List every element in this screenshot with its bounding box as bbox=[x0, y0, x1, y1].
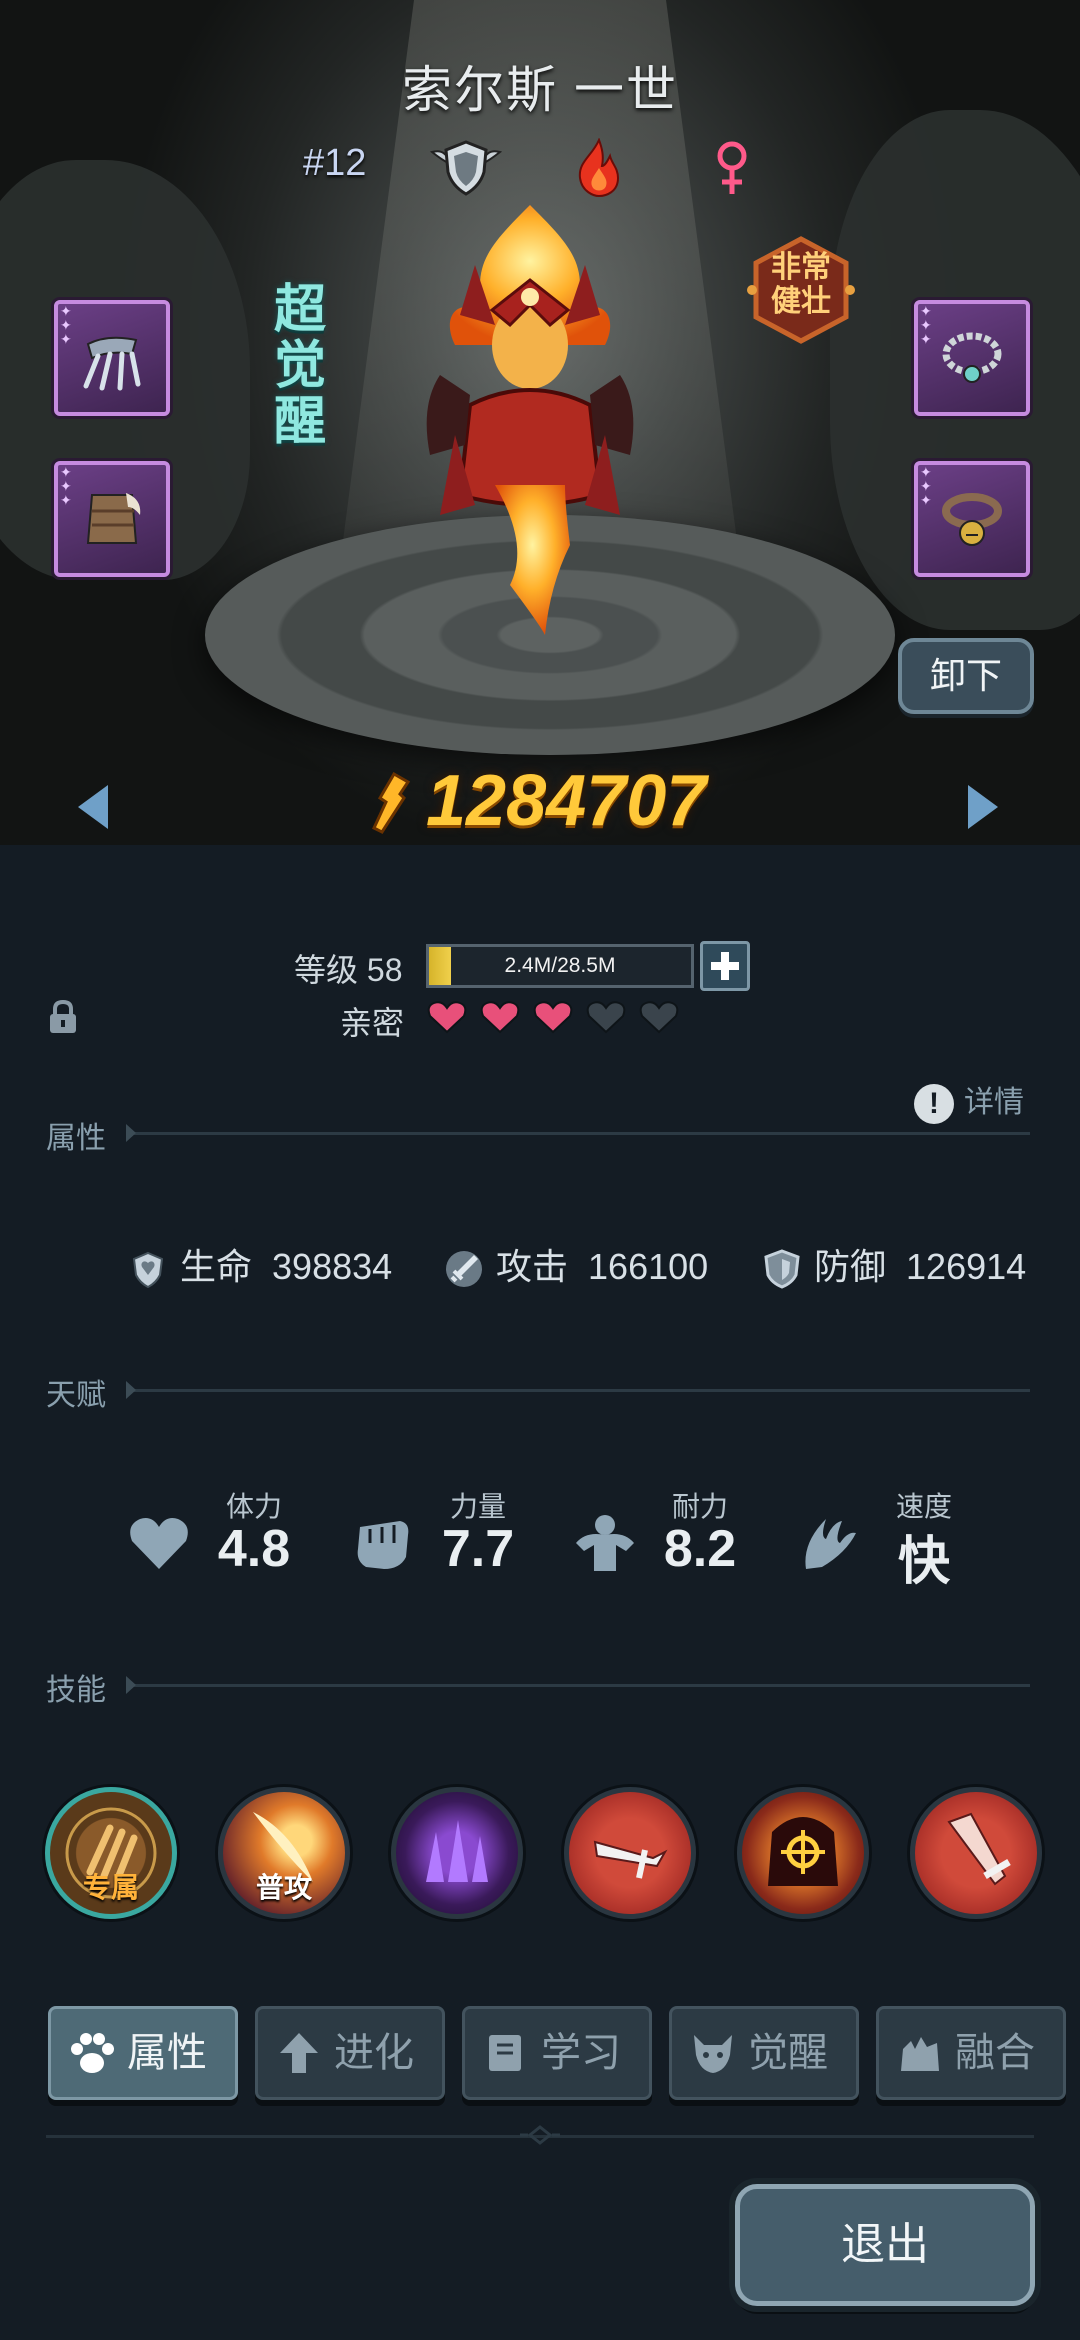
talent-speed-value: 快 bbox=[897, 1533, 950, 1591]
sword-icon bbox=[446, 1251, 482, 1288]
fur-armor-icon bbox=[86, 493, 141, 544]
stat-attack-value: 166100 bbox=[588, 1246, 709, 1287]
sword-skill-icon bbox=[593, 1840, 668, 1879]
skill-basic-attack[interactable]: 普攻 bbox=[218, 1787, 350, 1919]
stat-attack: 攻击 166100 bbox=[444, 1238, 708, 1290]
section-divider bbox=[126, 1124, 1030, 1142]
talent-strength-value: 7.7 bbox=[441, 1520, 515, 1578]
super-awaken-tag: 超觉醒 bbox=[273, 281, 326, 451]
heart-empty-icon bbox=[586, 1001, 626, 1034]
bead-necklace-icon bbox=[942, 332, 1002, 383]
shield-icon bbox=[764, 1249, 800, 1290]
tab-fusion-label: 融合 bbox=[955, 2031, 1035, 2075]
tab-evolve[interactable]: 进化 bbox=[255, 2006, 445, 2100]
heart-shield-icon bbox=[132, 1252, 164, 1289]
xp-bar: 2.4M/28.5M bbox=[426, 944, 694, 988]
bell-collar-icon bbox=[942, 493, 1002, 546]
stat-attack-label: 攻击 bbox=[496, 1246, 569, 1287]
skill-sword-strike[interactable] bbox=[564, 1787, 696, 1919]
skill-exclusive-label: 专属 bbox=[82, 1872, 139, 1903]
combat-power: 1284707 bbox=[426, 761, 707, 841]
section-title-attributes: 属性 bbox=[46, 1122, 106, 1155]
star-rating: ✦ ✦ ✦ bbox=[920, 464, 932, 508]
section-title-talent: 天赋 bbox=[46, 1379, 106, 1412]
equip-slot-collar[interactable]: ✦ ✦ ✦ bbox=[914, 461, 1030, 577]
talent-endurance-value: 8.2 bbox=[663, 1520, 737, 1578]
heart-filled-icon bbox=[427, 1001, 467, 1034]
intimacy-label: 亲密 bbox=[340, 1005, 405, 1041]
lock-icon[interactable] bbox=[48, 1000, 78, 1034]
claw-weapon-icon bbox=[83, 336, 141, 391]
details-label: 详情 bbox=[964, 1086, 1024, 1119]
tab-awaken[interactable]: 觉醒 bbox=[669, 2006, 859, 2100]
female-icon bbox=[717, 141, 747, 194]
stat-hp-label: 生命 bbox=[180, 1246, 253, 1287]
skill-crystal-blade[interactable] bbox=[910, 1787, 1042, 1919]
stat-defense-label: 防御 bbox=[814, 1246, 887, 1287]
level-label: 等级 58 bbox=[294, 952, 403, 988]
heart-empty-icon bbox=[639, 1001, 679, 1034]
tab-awaken-label: 觉醒 bbox=[748, 2031, 828, 2075]
crosshair-skill-icon bbox=[768, 1817, 838, 1886]
power-icon bbox=[372, 772, 411, 834]
star-rating: ✦ ✦ ✦ bbox=[60, 464, 72, 508]
equip-slot-necklace[interactable]: ✦ ✦ ✦ bbox=[914, 300, 1030, 416]
skill-shadow-spikes[interactable] bbox=[391, 1787, 523, 1919]
section-divider bbox=[126, 1676, 1030, 1694]
trait-badge[interactable]: 非常健壮 bbox=[746, 235, 856, 345]
exit-button[interactable]: 退出 bbox=[735, 2184, 1035, 2306]
equip-slot-armor[interactable]: ✦ ✦ ✦ bbox=[54, 461, 170, 577]
star-rating: ✦ ✦ ✦ bbox=[60, 303, 72, 347]
tab-attributes[interactable]: 属性 bbox=[48, 2006, 238, 2100]
trait-badge-label: 非常健壮 bbox=[771, 251, 831, 318]
up-arrow-icon bbox=[280, 2033, 318, 2073]
heart-filled-icon bbox=[480, 1001, 520, 1034]
tab-evolve-label: 进化 bbox=[334, 2031, 414, 2075]
shield-wings-icon[interactable] bbox=[428, 138, 504, 198]
fusion-icon bbox=[901, 2037, 939, 2071]
unequip-button[interactable]: 卸下 bbox=[898, 638, 1034, 714]
section-divider bbox=[126, 1381, 1030, 1399]
tab-attributes-label: 属性 bbox=[127, 2031, 207, 2075]
fist-icon bbox=[357, 1521, 409, 1569]
stat-defense: 防御 126914 bbox=[762, 1238, 1026, 1290]
spikes-skill-icon bbox=[426, 1820, 488, 1882]
hero-name: 索尔斯 一世 bbox=[402, 62, 678, 118]
prev-hero-arrow[interactable] bbox=[78, 785, 108, 829]
next-hero-arrow[interactable] bbox=[968, 785, 998, 829]
tab-fusion[interactable]: 融合 bbox=[876, 2006, 1066, 2100]
stat-hp: 生命 398834 bbox=[128, 1238, 392, 1290]
crystal-blade-skill-icon bbox=[947, 1812, 1011, 1886]
tab-learn[interactable]: 学习 bbox=[462, 2006, 652, 2100]
star-rating: ✦ ✦ ✦ bbox=[920, 303, 932, 347]
hero-stage: 索尔斯 一世 #12 ✦ ✦ ✦ ✦ ✦ ✦ ✦ ✦ ✦ ✦ ✦ ✦ 超觉醒 非… bbox=[0, 0, 1080, 845]
fire-icon[interactable] bbox=[572, 138, 626, 198]
stat-hp-value: 398834 bbox=[272, 1246, 393, 1287]
wing-icon bbox=[805, 1519, 856, 1569]
details-button[interactable]: ! 详情 bbox=[914, 1077, 1024, 1125]
equip-slot-weapon[interactable]: ✦ ✦ ✦ bbox=[54, 300, 170, 416]
skill-basic-attack-label: 普攻 bbox=[255, 1872, 312, 1903]
hero-rank: #12 bbox=[303, 142, 367, 184]
book-icon bbox=[489, 2035, 521, 2071]
talent-stamina-value: 4.8 bbox=[217, 1520, 291, 1578]
info-icon: ! bbox=[914, 1084, 954, 1125]
heart-filled-icon bbox=[533, 1001, 573, 1034]
muscle-icon bbox=[576, 1515, 634, 1571]
hero-fire-elemental[interactable] bbox=[400, 205, 660, 635]
demon-head-icon bbox=[694, 2035, 732, 2073]
heart-icon bbox=[130, 1518, 188, 1569]
divider-ornament bbox=[520, 2125, 560, 2145]
xp-text: 2.4M/28.5M bbox=[504, 954, 616, 977]
add-xp-button[interactable] bbox=[700, 941, 750, 991]
skill-target-lock[interactable] bbox=[737, 1787, 869, 1919]
paw-icon bbox=[71, 2033, 114, 2073]
stat-defense-value: 126914 bbox=[906, 1246, 1027, 1287]
section-title-skills: 技能 bbox=[46, 1674, 106, 1707]
tab-learn-label: 学习 bbox=[541, 2031, 621, 2075]
skill-exclusive[interactable]: 专属 bbox=[45, 1787, 177, 1919]
